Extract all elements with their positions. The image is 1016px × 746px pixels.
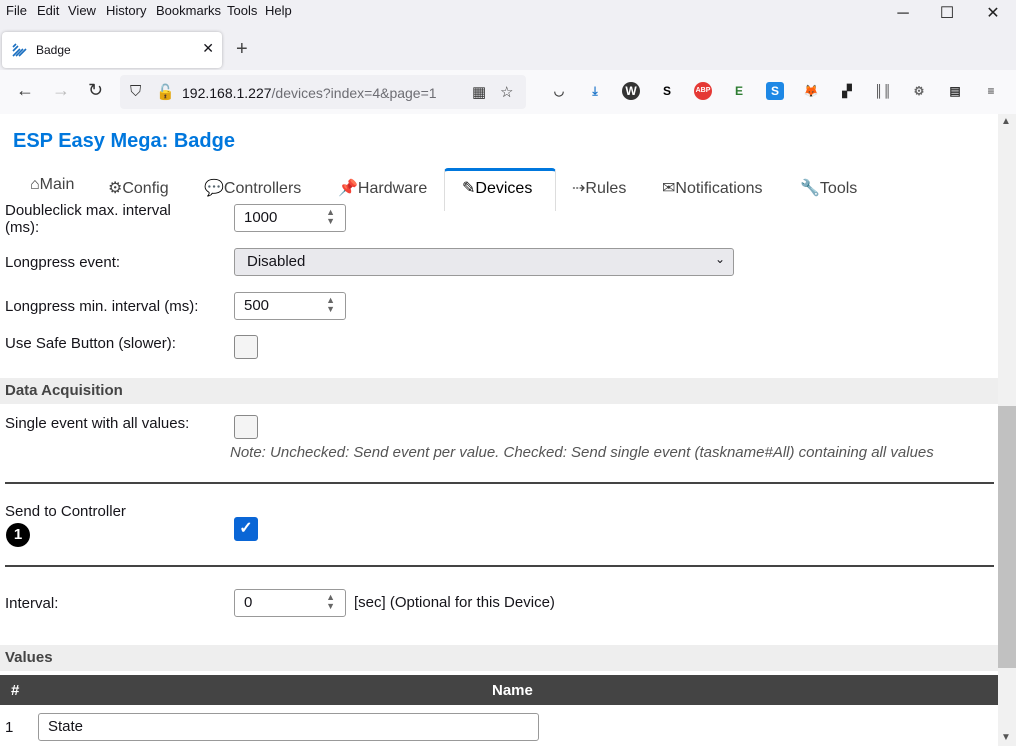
forward-icon[interactable]: → [52, 80, 70, 101]
qr-code-icon[interactable]: ▦ [472, 83, 486, 101]
longpress-event-label: Longpress event: [5, 254, 121, 271]
bookmark-star-icon[interactable]: ☆ [500, 83, 513, 101]
divider [5, 482, 994, 484]
safe-button-checkbox[interactable] [234, 335, 258, 359]
wrench-icon: 🔧 [800, 180, 820, 197]
menu-help[interactable]: Help [265, 3, 292, 18]
tab-controllers[interactable]: 💬Controllers [204, 178, 301, 198]
longpress-interval-input[interactable]: 500 ▲ ▼ [234, 292, 346, 320]
browser-tab[interactable]: Badge ✕ [2, 32, 222, 68]
speech-icon: 💬 [204, 180, 224, 197]
menu-history[interactable]: History [106, 3, 146, 18]
values-table-header: # Name [0, 675, 998, 705]
tab-hardware[interactable]: 📌Hardware [338, 178, 427, 198]
w-extension-icon[interactable]: W [622, 82, 640, 100]
app-menu-icon[interactable]: ≡ [982, 82, 1000, 100]
menu-file[interactable]: File [6, 3, 27, 18]
url-text[interactable]: 192.168.1.227/devices?index=4&page=1 [182, 85, 437, 101]
grid-extension-icon[interactable]: ▞ [838, 82, 856, 100]
longpress-interval-label: Longpress min. interval (ms): [5, 298, 199, 315]
single-event-note: Note: Unchecked: Send event per value. C… [230, 444, 934, 461]
pocket-icon[interactable]: ◡ [550, 82, 568, 100]
tab-tools[interactable]: 🔧Tools [800, 178, 857, 198]
divider [5, 565, 994, 567]
send-controller-label: Send to Controller [5, 503, 126, 520]
tab-strip: Badge ✕ + [0, 24, 1016, 70]
envelope-icon: ✉ [662, 180, 676, 197]
download-icon[interactable]: ⤓ [586, 82, 604, 100]
menu-bar: File Edit View History Bookmarks Tools H… [0, 0, 1016, 24]
doubleclick-label: Doubleclick max. interval (ms): [5, 202, 205, 236]
insecure-lock-icon[interactable]: 🔓 [156, 83, 175, 101]
s-blue-extension-icon[interactable]: S [766, 82, 784, 100]
page-content: ESP Easy Mega: Badge ⌂Main ⚙Config 💬Cont… [0, 114, 998, 746]
spinner-icon[interactable]: ▲ ▼ [326, 296, 335, 314]
esp-favicon-icon [12, 41, 28, 57]
tab-config[interactable]: ⚙Config [108, 178, 169, 198]
url-bar[interactable]: ⛉ 🔓 192.168.1.227/devices?index=4&page=1… [120, 75, 526, 109]
shield-icon[interactable]: ⛉ [130, 83, 141, 100]
controller-number-badge: 1 [6, 523, 30, 547]
doubleclick-input[interactable]: 1000 ▲ ▼ [234, 204, 346, 232]
column-number: # [11, 682, 20, 699]
scroll-up-icon[interactable]: ▲ [1001, 116, 1011, 127]
value-name-input[interactable]: State [38, 713, 539, 741]
row-number: 1 [5, 719, 14, 736]
scrollbar[interactable]: ▲ ▼ [998, 114, 1016, 746]
tab-title: Badge [36, 43, 71, 57]
menu-edit[interactable]: Edit [37, 3, 59, 18]
s-extension-icon[interactable]: S [658, 82, 676, 100]
home-icon: ⌂ [30, 176, 40, 193]
scroll-down-icon[interactable]: ▼ [1001, 732, 1011, 743]
reload-icon[interactable]: ↻ [88, 80, 103, 101]
send-controller-checkbox[interactable]: ✓ [234, 517, 258, 541]
menu-tools[interactable]: Tools [227, 3, 257, 18]
interval-unit: [sec] (Optional for this Device) [354, 594, 555, 611]
single-event-checkbox[interactable] [234, 415, 258, 439]
interval-input[interactable]: 0 ▲ ▼ [234, 589, 346, 617]
new-tab-icon[interactable]: + [236, 38, 248, 61]
back-icon[interactable]: ← [16, 80, 34, 101]
interval-label: Interval: [5, 595, 59, 612]
arrow-icon: ⇢ [572, 180, 586, 197]
values-header: Values [0, 645, 998, 671]
checkmark-icon: ✓ [239, 520, 253, 537]
longpress-event-select[interactable]: Disabled ⌄ [234, 248, 734, 276]
tab-main[interactable]: ⌂Main [30, 176, 74, 194]
tab-notifications[interactable]: ✉Notifications [662, 178, 763, 198]
reader-icon[interactable]: ▤ [946, 82, 964, 100]
navigation-bar: ← → ↻ ⛉ 🔓 192.168.1.227/devices?index=4&… [0, 70, 1016, 115]
pushpin-icon: 📌 [338, 180, 358, 197]
menu-view[interactable]: View [68, 3, 96, 18]
fence-extension-icon[interactable]: ║║ [874, 82, 892, 100]
metamask-icon[interactable]: 🦊 [802, 82, 820, 100]
tab-close-icon[interactable]: ✕ [202, 40, 214, 57]
scrollbar-thumb[interactable] [998, 406, 1016, 668]
chevron-down-icon: ⌄ [714, 252, 725, 266]
gear-extension-icon[interactable]: ⚙ [910, 82, 928, 100]
data-acquisition-header: Data Acquisition [0, 378, 998, 404]
e-extension-icon[interactable]: E [730, 82, 748, 100]
pen-icon: ✎ [462, 180, 476, 197]
page-title: ESP Easy Mega: Badge [13, 130, 235, 152]
single-event-label: Single event with all values: [5, 415, 190, 432]
menu-bookmarks[interactable]: Bookmarks [156, 3, 221, 18]
spinner-icon[interactable]: ▲ ▼ [326, 593, 335, 611]
adblock-icon[interactable]: ABP [694, 82, 712, 100]
tab-devices[interactable]: ✎Devices [462, 178, 532, 198]
safe-button-label: Use Safe Button (slower): [5, 335, 176, 352]
spinner-icon[interactable]: ▲ ▼ [326, 208, 335, 226]
column-name: Name [492, 682, 533, 699]
gear-icon: ⚙ [108, 180, 123, 197]
tab-rules[interactable]: ⇢Rules [572, 178, 626, 198]
